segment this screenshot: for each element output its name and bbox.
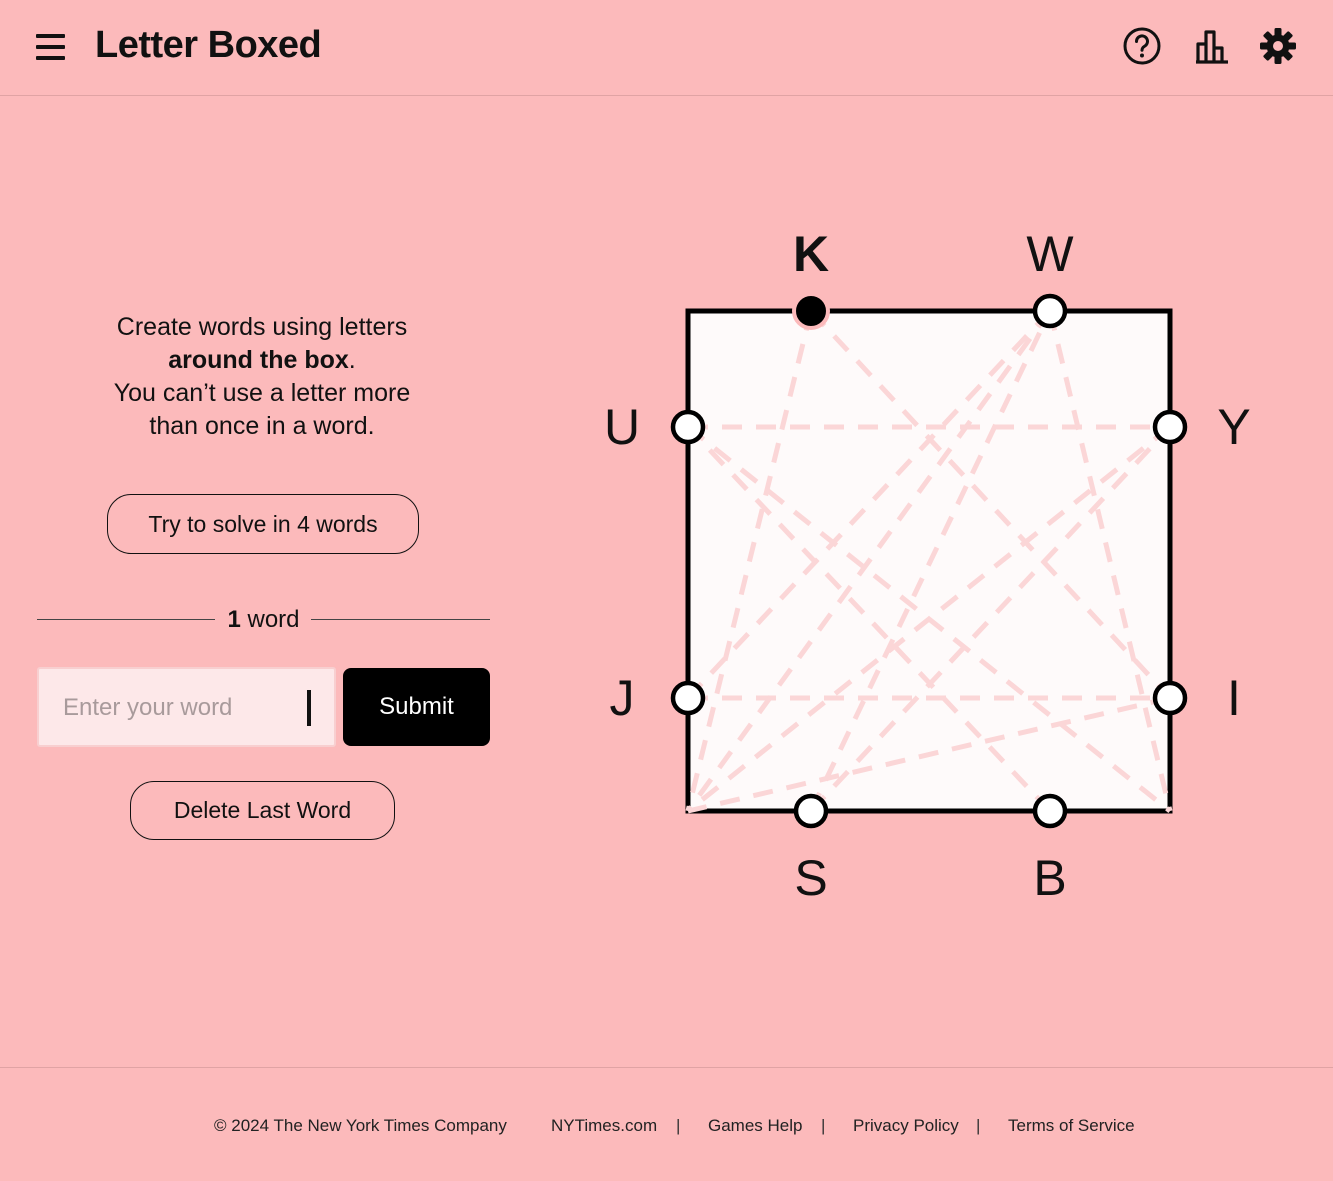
- footer-separator: |: [976, 1116, 981, 1135]
- footer-separator: |: [821, 1116, 826, 1135]
- letter-node-u: [670, 409, 706, 445]
- footer-link-terms-of-service[interactable]: Terms of Service: [1008, 1116, 1135, 1136]
- letter-u[interactable]: U: [592, 402, 652, 452]
- letter-k[interactable]: K: [781, 229, 841, 279]
- footer-copyright: © 2024 The New York Times Company: [214, 1116, 507, 1135]
- letter-w[interactable]: W: [1020, 229, 1080, 279]
- letter-node-s: [793, 793, 829, 829]
- letter-s[interactable]: S: [781, 853, 841, 903]
- letter-b[interactable]: B: [1020, 853, 1080, 903]
- letter-board: [670, 292, 1188, 829]
- letter-node-k: [792, 292, 830, 330]
- footer-link-privacy-policy[interactable]: Privacy Policy: [853, 1116, 959, 1136]
- footer-separator: |: [676, 1116, 681, 1135]
- footer-link-nytimes[interactable]: NYTimes.com: [551, 1116, 657, 1136]
- letter-node-i: [1152, 680, 1188, 716]
- letter-node-b: [1032, 793, 1068, 829]
- footer-link-games-help[interactable]: Games Help: [708, 1116, 802, 1136]
- letter-j[interactable]: J: [592, 673, 652, 723]
- footer: © 2024 The New York Times Company NYTime…: [0, 1067, 1333, 1181]
- letter-y[interactable]: Y: [1204, 402, 1264, 452]
- letter-node-w: [1032, 293, 1068, 329]
- letter-i[interactable]: I: [1204, 673, 1264, 723]
- letter-node-j: [670, 680, 706, 716]
- letter-node-y: [1152, 409, 1188, 445]
